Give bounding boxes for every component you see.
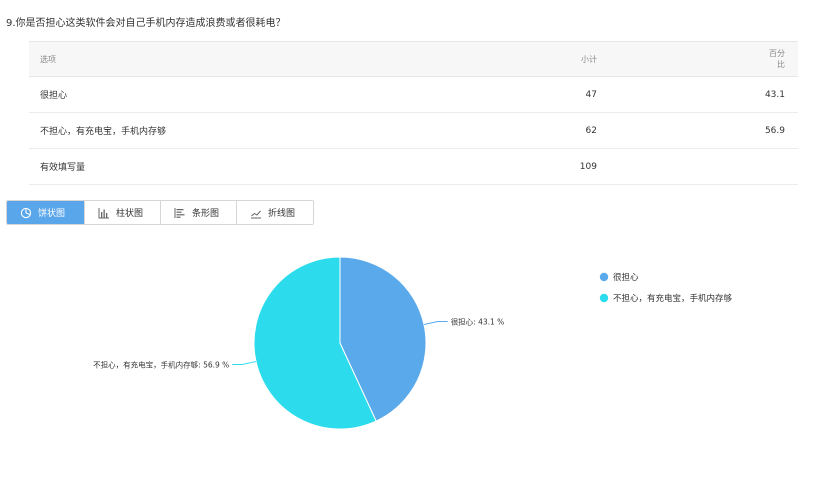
table-footer-row: 有效填写量 109 bbox=[29, 148, 798, 185]
pie-chart-icon bbox=[20, 207, 32, 218]
tab-label: 饼状图 bbox=[38, 209, 66, 219]
tab-label: 折线图 bbox=[268, 209, 296, 219]
table-header-row: 选项 小计 百分比 bbox=[29, 41, 798, 77]
valid-responses-percent bbox=[764, 148, 798, 185]
row-count: 47 bbox=[459, 76, 765, 113]
tab-bar-chart[interactable]: 条形图 bbox=[161, 201, 237, 224]
legend-marker bbox=[599, 293, 609, 303]
tab-column-chart[interactable]: 柱状图 bbox=[85, 201, 161, 224]
tab-line-chart[interactable]: 折线图 bbox=[237, 201, 313, 224]
valid-responses-label: 有效填写量 bbox=[29, 148, 460, 185]
bar-chart-icon bbox=[174, 207, 185, 218]
table-row: 很担心 47 43.1 bbox=[29, 76, 798, 113]
row-count: 62 bbox=[459, 112, 765, 149]
table-row: 不担心，有充电宝，手机内存够 62 56.9 bbox=[29, 112, 798, 149]
header-option: 选项 bbox=[29, 41, 460, 77]
question-title: 9.你是否担心这类软件会对自己手机内存造成浪费或者很耗电？ bbox=[6, 18, 286, 29]
data-label: 很担心: 43.1 % bbox=[451, 317, 505, 327]
data-label-connector bbox=[232, 361, 257, 365]
header-percent: 百分比 bbox=[764, 41, 798, 77]
line-chart-icon bbox=[251, 210, 261, 218]
header-count: 小计 bbox=[459, 41, 765, 77]
valid-responses-count: 109 bbox=[459, 148, 765, 185]
data-label: 不担心，有充电宝，手机内存够: 56.9 % bbox=[93, 360, 229, 370]
row-option: 不担心，有充电宝，手机内存够 bbox=[29, 112, 460, 149]
legend-marker bbox=[599, 272, 609, 282]
tab-label: 条形图 bbox=[192, 209, 220, 219]
tab-pie-chart[interactable]: 饼状图 bbox=[7, 201, 85, 224]
legend-label[interactable]: 不担心，有充电宝，手机内存够 bbox=[613, 293, 733, 304]
data-label-connector bbox=[423, 321, 448, 325]
pie-chart: 很担心: 43.1 % 不担心，有充电宝，手机内存够: 56.9 % 很担心不担心，… bbox=[93, 256, 733, 430]
row-percent: 43.1 bbox=[764, 76, 798, 113]
results-table: 选项 小计 百分比 很担心 47 43.1 不担心，有充电宝，手机内存够 62 … bbox=[29, 41, 798, 185]
legend-label[interactable]: 很担心 bbox=[613, 272, 639, 283]
tab-label: 柱状图 bbox=[116, 209, 144, 219]
row-option: 很担心 bbox=[29, 76, 460, 113]
column-chart-icon bbox=[98, 207, 109, 218]
chart-type-tabs: 饼状图 柱状图 条形图 折线图 bbox=[6, 200, 314, 225]
row-percent: 56.9 bbox=[764, 112, 798, 149]
